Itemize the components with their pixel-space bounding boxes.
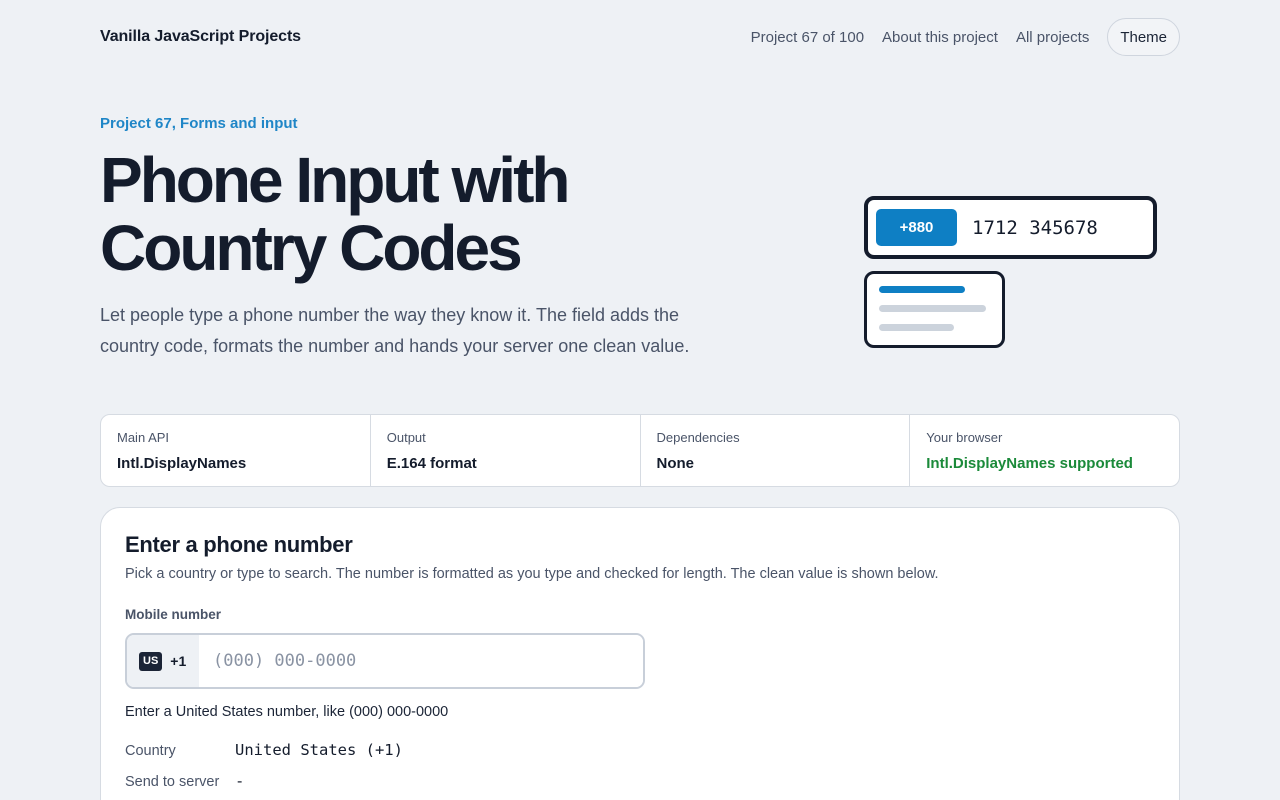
form-description: Pick a country or type to search. The nu… <box>125 566 939 582</box>
stat-output: Output E.164 format <box>371 415 641 486</box>
illustration-bar-accent <box>879 286 965 293</box>
country-output-label: Country <box>125 743 176 759</box>
illustration-phone-field: +880 1712 345678 <box>864 196 1157 259</box>
stat-browser-support: Your browser Intl.DisplayNames supported <box>910 415 1179 486</box>
phone-form-card: Enter a phone number Pick a country or t… <box>100 507 1180 800</box>
top-nav: Project 67 of 100 About this project All… <box>751 18 1180 56</box>
stat-label: Your browser <box>926 430 1003 445</box>
stat-dependencies: Dependencies None <box>641 415 911 486</box>
mobile-number-label: Mobile number <box>125 607 222 622</box>
page-title-line-1: Phone Input with <box>100 144 570 216</box>
theme-toggle-button[interactable]: Theme <box>1107 18 1180 56</box>
illustration-dial-code: +880 <box>876 209 957 246</box>
stat-value: Intl.DisplayNames <box>117 455 247 472</box>
phone-hint: Enter a United States number, like (000)… <box>125 704 449 720</box>
server-output-row: Send to server - <box>125 772 244 790</box>
about-project-link[interactable]: About this project <box>882 29 998 46</box>
project-counter-link[interactable]: Project 67 of 100 <box>751 29 864 46</box>
stat-value-supported: Intl.DisplayNames supported <box>926 455 1133 472</box>
hero-description: Let people type a phone number the way t… <box>100 305 690 356</box>
stat-label: Dependencies <box>656 430 740 445</box>
phone-field: US +1 <box>125 633 645 689</box>
stat-label: Output <box>386 430 426 445</box>
us-flag-icon: US <box>139 651 163 671</box>
stat-value: E.164 format <box>386 455 477 472</box>
illustration-bar <box>879 324 954 331</box>
stat-main-api: Main API Intl.DisplayNames <box>101 415 371 486</box>
illustration-card <box>864 271 1005 348</box>
country-output-row: Country United States (+1) <box>125 741 403 759</box>
page-title-line-2: Country Codes <box>100 212 523 284</box>
server-output-label: Send to server <box>125 774 220 790</box>
stat-label: Main API <box>117 430 170 445</box>
site-brand[interactable]: Vanilla JavaScript Projects <box>100 28 301 46</box>
server-output-value: - <box>235 772 245 790</box>
all-projects-link[interactable]: All projects <box>1016 29 1089 46</box>
country-output-value: United States (+1) <box>235 741 403 759</box>
illustration-number: 1712 345678 <box>972 217 1098 239</box>
hero-eyebrow: Project 67, Forms and input <box>100 115 298 132</box>
stat-value: None <box>656 455 695 472</box>
illustration-bar <box>879 305 986 312</box>
stats-strip: Main API Intl.DisplayNames Output E.164 … <box>100 414 1180 487</box>
dial-code: +1 <box>170 653 187 669</box>
form-title: Enter a phone number <box>125 532 353 557</box>
phone-number-input[interactable] <box>199 635 643 687</box>
top-bar: Vanilla JavaScript Projects Project 67 o… <box>100 18 1180 56</box>
country-select-button[interactable]: US +1 <box>127 635 199 687</box>
page-title: Phone Input with Country Codes <box>100 146 720 282</box>
